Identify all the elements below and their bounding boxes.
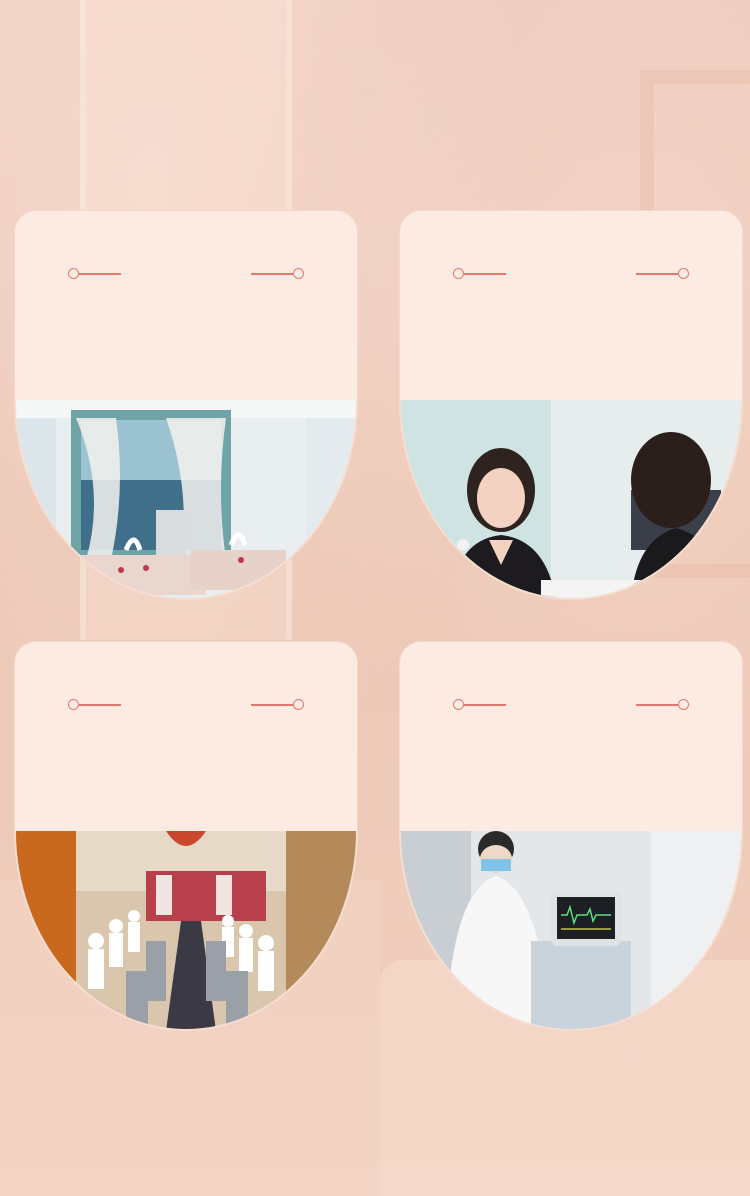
decorative-pin-left [68, 699, 122, 713]
consultation-photo [399, 400, 743, 600]
medical-monitor-photo [399, 831, 743, 1031]
treatment-room-photo [14, 400, 358, 600]
training-hall-photo [14, 831, 358, 1031]
decorative-pin-right [635, 699, 689, 713]
card-training [14, 641, 358, 1031]
decorative-pin-right [250, 268, 304, 282]
card-medical-monitor [399, 641, 743, 1031]
decorative-pin-left [453, 268, 507, 282]
decorative-pin-right [635, 268, 689, 282]
card-header [399, 210, 743, 400]
decorative-pin-right [250, 699, 304, 713]
card-consultation [399, 210, 743, 600]
card-header [14, 210, 358, 400]
card-header [14, 641, 358, 831]
decorative-pin-left [453, 699, 507, 713]
card-treatment-room [14, 210, 358, 600]
card-header [399, 641, 743, 831]
decorative-pin-left [68, 268, 122, 282]
